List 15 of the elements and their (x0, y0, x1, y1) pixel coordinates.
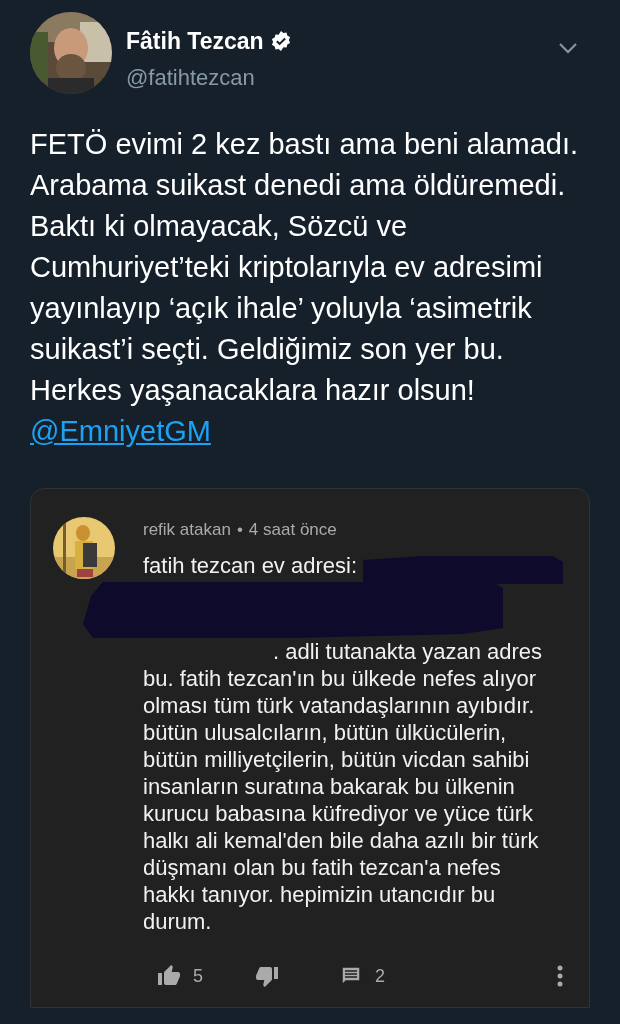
comment-author[interactable]: refik atakan (143, 517, 231, 543)
mention-link[interactable]: @EmniyetGM (30, 415, 211, 447)
author-name[interactable]: Fâtih Tezcan (126, 24, 264, 59)
comment-first-line: fatih tezcan ev adresi: (143, 551, 357, 580)
comment-time: 4 saat önce (248, 519, 337, 541)
chevron-down-icon[interactable] (558, 42, 578, 54)
thumbs-down-icon[interactable] (255, 964, 279, 988)
author-handle[interactable]: @fatihtezcan (126, 60, 558, 94)
more-options-icon[interactable] (557, 965, 563, 987)
thumbs-up-icon[interactable] (157, 964, 181, 988)
like-count: 5 (193, 964, 203, 988)
reply-count: 2 (375, 964, 386, 988)
tweet-text: FETÖ evimi 2 kez bastı ama beni alamadı. Arabama suikast denedi ama öldüremedi. Baktı ki olmayacak, Sözcü ve Cumhuriyet’teki kriptolarıyla ev adresimi yayınlayıp ‘açık ihale’ yoluyla ‘asimetrik suikast’i seçti. Geldiğimiz son yer bu. Herkes yaşanacaklara hazır olsun! @EmniyetGM (29, 127, 579, 449)
separator-dot: • (236, 519, 243, 541)
comment-body: . adli tutanakta yazan adres bu. fatih tezcan'ın bu ülkede nefes alıyor olması tüm türk vatandaşlarının ayıbıdır. bütün ulusalcıların, bütün ülkücülerin, bütün milliyetçilerin, bütün vicdan sahibi insanların suratına bakarak bu ülkenin kurucu babasına küfrediyor ve yüce türk halkı ali kemal'den bile daha azılı bir türk düşmanı olan bu fatih tezcan'a nefes hakkı tanıyor. hepimizin utancıdır bu durum. (143, 637, 543, 935)
